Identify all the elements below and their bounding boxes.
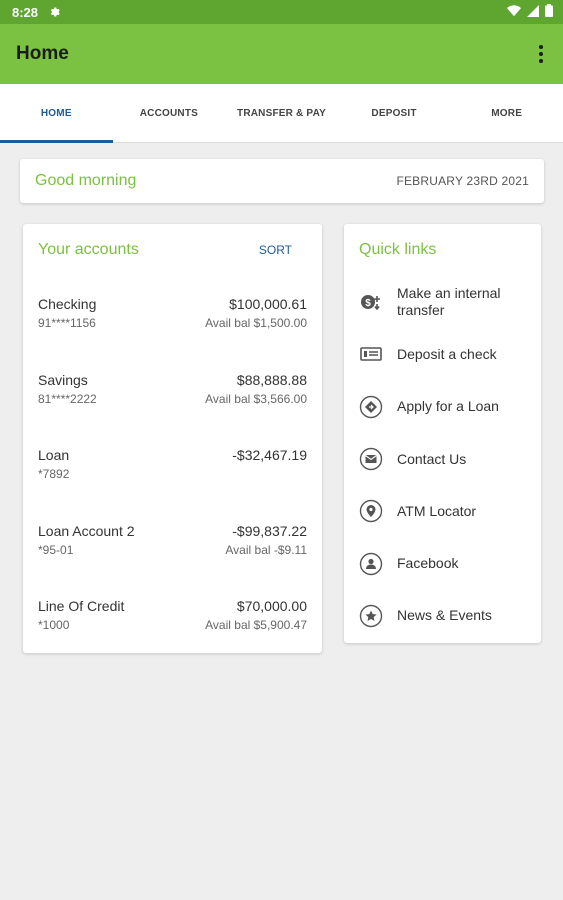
quick-link-deposit-check[interactable]: Deposit a check [359,328,526,380]
account-number: *95-01 [38,542,74,557]
account-available-balance: Avail bal $1,500.00 [205,316,307,330]
page-title: Home [16,43,69,64]
account-row-savings[interactable]: Savings 81****2222 $88,888.88 Avail bal … [38,352,307,428]
greeting-card: Good morning FEBRUARY 23RD 2021 [20,159,544,203]
account-available-balance: Avail bal $5,900.47 [205,618,307,632]
account-balance: $100,000.61 [229,296,307,312]
quick-link-internal-transfer[interactable]: $ Make an internal transfer [359,276,526,328]
signal-icon [527,4,539,20]
quick-link-label: Contact Us [397,450,467,467]
account-available-balance: Avail bal -$9.11 [225,542,307,557]
quick-link-apply-loan[interactable]: Apply for a Loan [359,381,526,433]
account-balance: $70,000.00 [236,598,307,614]
accounts-card: Your accounts SORT Checking 91****1156 $… [23,224,322,653]
location-icon [359,499,383,523]
account-name: Loan [38,447,70,463]
tab-transfer-pay[interactable]: TRANSFER & PAY [225,84,338,142]
greeting-text: Good morning [35,172,137,189]
account-name: Checking [38,296,97,312]
account-name: Savings [38,371,88,388]
account-row-line-of-credit[interactable]: Line Of Credit *1000 $70,000.00 Avail ba… [38,578,307,654]
account-number: 81****2222 [38,391,97,406]
status-time: 8:28 [12,4,39,20]
svg-text:$: $ [365,298,371,309]
tab-more[interactable]: MORE [450,84,563,142]
account-number: *7892 [38,467,70,481]
quick-link-label: Apply for a Loan [397,398,499,415]
account-balance: -$32,467.19 [232,447,307,463]
tab-home[interactable]: HOME [0,84,113,143]
transfer-icon: $ [359,290,383,314]
overflow-menu-icon[interactable] [535,39,547,69]
person-icon [359,552,383,576]
quick-link-news-events[interactable]: News & Events [359,590,526,642]
battery-icon [545,4,553,20]
account-row-checking[interactable]: Checking 91****1156 $100,000.61 Avail ba… [38,276,307,352]
star-icon [359,604,383,628]
quick-link-label: Deposit a check [397,345,497,362]
account-balance: -$99,837.22 [232,522,307,539]
wifi-icon [507,4,521,20]
quick-link-contact-us[interactable]: Contact Us [359,433,526,485]
quick-link-label: Facebook [397,555,459,572]
tab-deposit[interactable]: DEPOSIT [338,84,451,142]
account-available-balance: Avail bal $3,566.00 [205,391,307,406]
check-deposit-icon [359,342,383,366]
settings-gear-icon [48,6,60,18]
accounts-title: Your accounts [38,241,139,258]
quick-link-label: ATM Locator [397,502,477,519]
app-bar: Home [0,24,563,84]
quick-link-label: News & Events [397,607,492,624]
quick-link-facebook[interactable]: Facebook [359,537,526,589]
sort-button[interactable]: SORT [259,243,292,257]
quick-link-label: Make an internal transfer [397,285,501,319]
quick-links-card: Quick links $ Make an internal transfer … [344,224,541,643]
quick-link-atm-locator[interactable]: ATM Locator [359,485,526,537]
account-row-loan[interactable]: Loan *7892 -$32,467.19 [38,427,307,503]
status-bar: 8:28 [0,0,563,24]
greeting-date: FEBRUARY 23RD 2021 [396,174,529,188]
tab-bar: HOME ACCOUNTS TRANSFER & PAY DEPOSIT MOR… [0,84,563,143]
quick-links-title: Quick links [359,241,437,258]
account-number: 91****1156 [38,316,96,330]
loan-icon [359,395,383,419]
tab-accounts[interactable]: ACCOUNTS [113,84,226,142]
account-row-loan-account-2[interactable]: Loan Account 2 *95-01 -$99,837.22 Avail … [38,503,307,579]
account-name: Line Of Credit [38,598,125,614]
account-name: Loan Account 2 [38,522,135,539]
account-number: *1000 [38,618,70,632]
mail-icon [359,447,383,471]
account-balance: $88,888.88 [236,371,307,388]
